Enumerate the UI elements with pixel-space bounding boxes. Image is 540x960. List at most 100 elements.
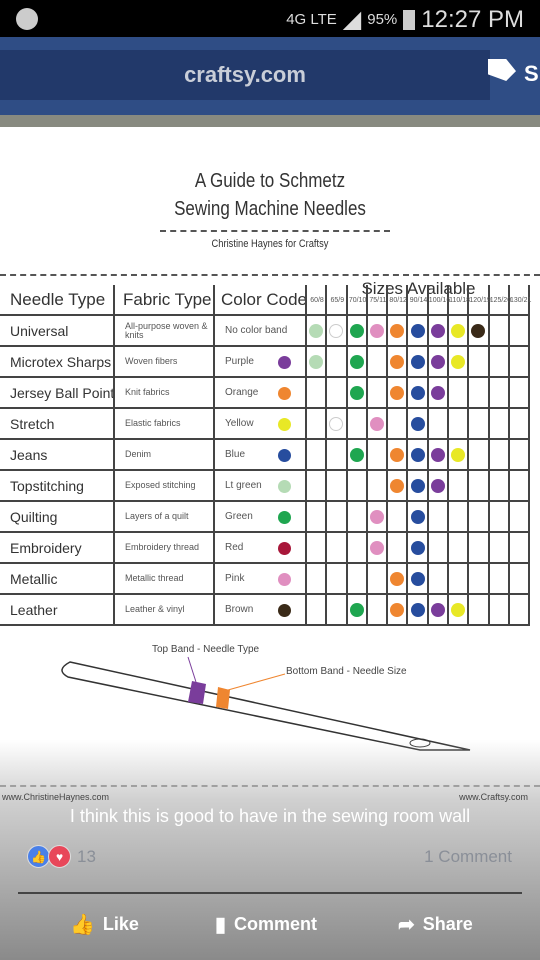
size-label: 90/14 bbox=[409, 297, 428, 304]
size-cell bbox=[388, 564, 409, 593]
size-dot bbox=[369, 541, 384, 555]
size-label: 125/20 bbox=[489, 297, 512, 304]
size-dot bbox=[410, 479, 425, 493]
guide-title-line1: A Guide to Schmetz bbox=[194, 170, 346, 192]
partial-label: S bbox=[524, 61, 539, 86]
size-dot bbox=[390, 448, 405, 462]
post-caption: I think this is good to have in the sewi… bbox=[69, 806, 471, 826]
fabric-type: Elastic fabrics bbox=[115, 409, 215, 438]
browser-bar: craftsy.com S bbox=[0, 37, 540, 115]
color-name: Brown bbox=[225, 604, 254, 615]
table-row: Stretch Elastic fabrics Yellow bbox=[0, 409, 531, 440]
size-cell bbox=[490, 533, 510, 562]
size-cell bbox=[348, 502, 368, 531]
size-dot bbox=[349, 324, 364, 338]
reactions[interactable]: 👍 ♥ 13 bbox=[27, 845, 96, 868]
size-cell bbox=[510, 564, 531, 593]
size-cell bbox=[469, 316, 490, 345]
fabric-type: Embroidery thread bbox=[115, 533, 215, 562]
size-cell bbox=[307, 316, 328, 345]
size-dot bbox=[410, 603, 425, 617]
size-cell bbox=[307, 378, 328, 407]
needle-type: Microtex Sharps bbox=[0, 347, 115, 376]
clock: 12:27 PM bbox=[421, 5, 524, 33]
color-name: Yellow bbox=[225, 418, 254, 429]
size-cell bbox=[348, 316, 368, 345]
size-cell bbox=[409, 564, 429, 593]
size-cell bbox=[307, 347, 328, 376]
comments-link[interactable]: 1 Comment bbox=[424, 847, 512, 867]
size-cell bbox=[429, 409, 450, 438]
battery-icon bbox=[403, 9, 416, 30]
top-band bbox=[188, 681, 206, 704]
size-cell bbox=[490, 378, 510, 407]
color-name: Pink bbox=[225, 573, 245, 584]
url-bar[interactable]: craftsy.com bbox=[0, 50, 490, 100]
size-cell bbox=[388, 409, 409, 438]
love-reaction-icon: ♥ bbox=[48, 845, 71, 868]
table-row: Quilting Layers of a quilt Green bbox=[0, 502, 531, 533]
size-dot bbox=[369, 417, 384, 431]
comment-button[interactable]: ▮ Comment bbox=[215, 912, 317, 937]
size-cell bbox=[368, 595, 389, 624]
comment-label: Comment bbox=[234, 914, 318, 934]
size-cell bbox=[449, 502, 470, 531]
color-name: Blue bbox=[225, 449, 246, 460]
needle-type: Quilting bbox=[0, 502, 115, 531]
size-cell bbox=[327, 378, 348, 407]
size-dot bbox=[369, 324, 384, 338]
size-cell bbox=[429, 316, 450, 345]
table-header: Needle Type Fabric Type Color Code Sizes… bbox=[0, 279, 532, 316]
size-cell bbox=[469, 409, 490, 438]
table-row: Metallic Metallic thread Pink bbox=[0, 564, 531, 595]
size-label: 130/21 bbox=[510, 297, 532, 304]
size-cell bbox=[490, 471, 510, 500]
size-label: 70/10 bbox=[348, 297, 367, 304]
color-code-dot bbox=[278, 449, 291, 462]
size-dot bbox=[430, 324, 445, 338]
size-label: 100/16 bbox=[428, 297, 451, 304]
size-dot bbox=[410, 386, 425, 400]
needle-type: Embroidery bbox=[0, 533, 115, 562]
table-row: Jersey Ball Point Knit fabrics Orange bbox=[0, 378, 531, 409]
size-cell bbox=[409, 347, 429, 376]
size-cell bbox=[409, 316, 429, 345]
size-cell bbox=[490, 595, 510, 624]
size-dot bbox=[410, 541, 425, 555]
size-dot bbox=[451, 324, 466, 338]
notification-icon bbox=[16, 8, 38, 30]
top-band-pointer bbox=[187, 656, 197, 683]
like-button[interactable]: 👍 Like bbox=[70, 912, 139, 937]
size-cell bbox=[429, 378, 450, 407]
size-cell bbox=[307, 595, 328, 624]
table-row: Embroidery Embroidery thread Red bbox=[0, 533, 531, 564]
color-code: Pink bbox=[215, 564, 307, 593]
share-button[interactable]: ➦ Share bbox=[398, 912, 473, 937]
size-dot bbox=[390, 603, 405, 617]
like-reaction-icon: 👍 bbox=[27, 845, 50, 868]
tag-icon[interactable] bbox=[488, 59, 516, 81]
size-cell bbox=[368, 316, 389, 345]
needle-type: Leather bbox=[0, 595, 115, 624]
size-dot bbox=[390, 324, 405, 338]
table-row: Leather Leather & vinyl Brown bbox=[0, 595, 531, 626]
size-cell bbox=[327, 347, 348, 376]
size-cell bbox=[368, 440, 389, 469]
size-dot bbox=[410, 355, 425, 369]
header-color-code: Color Code bbox=[215, 285, 307, 314]
size-cell bbox=[469, 347, 490, 376]
size-dot bbox=[410, 448, 425, 462]
size-cell bbox=[510, 471, 531, 500]
size-cell bbox=[368, 409, 389, 438]
size-dot bbox=[390, 572, 405, 586]
header-needle-type: Needle Type bbox=[0, 285, 115, 314]
top-band-label: Top Band - Needle Type bbox=[152, 644, 260, 655]
size-cell bbox=[327, 316, 348, 345]
thumbs-up-icon: 👍 bbox=[70, 914, 95, 936]
size-cell bbox=[429, 595, 450, 624]
reaction-count: 13 bbox=[77, 846, 96, 866]
color-code: Red bbox=[215, 533, 307, 562]
size-cell bbox=[307, 471, 328, 500]
needle-type: Topstitching bbox=[0, 471, 115, 500]
size-dot bbox=[451, 603, 466, 617]
